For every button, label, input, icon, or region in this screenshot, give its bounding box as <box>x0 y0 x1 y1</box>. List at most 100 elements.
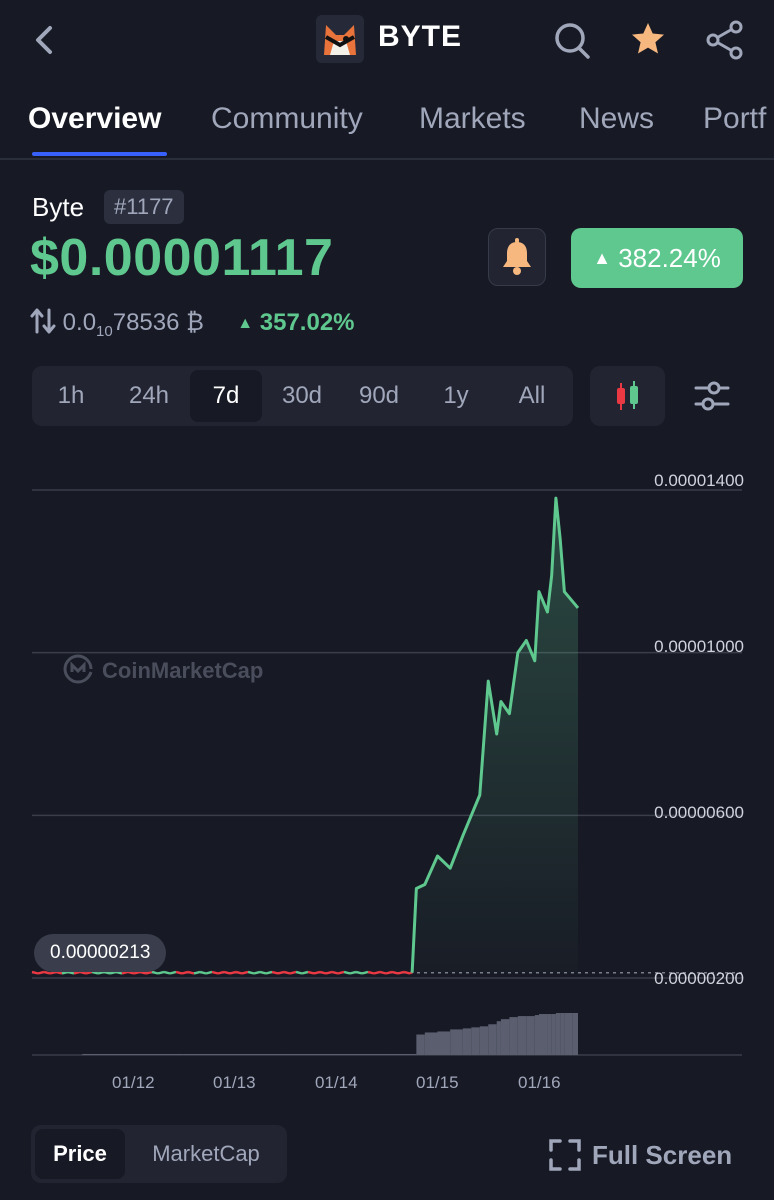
range-90d[interactable]: 90d <box>342 370 416 422</box>
x-tick-label: 01/13 <box>213 1073 256 1092</box>
price-mode-button[interactable]: Price <box>35 1129 125 1179</box>
btc-price-suffix: 78536 ₿ <box>112 309 204 336</box>
share-icon <box>706 20 743 60</box>
price-line-segment <box>211 970 219 975</box>
chart-settings-button[interactable] <box>692 376 732 416</box>
price-line-segment <box>205 970 213 975</box>
price-line-segment <box>361 970 369 975</box>
tab-markets[interactable]: Markets <box>419 102 526 136</box>
price-line-segment <box>289 970 297 975</box>
price-line-segment <box>301 970 309 975</box>
volume-bar <box>412 1053 417 1055</box>
price-line-segment <box>115 970 123 975</box>
volume-bar <box>555 1013 561 1055</box>
price-line-segment <box>121 970 129 975</box>
price-line-segment <box>133 970 141 975</box>
price-line-segment <box>379 970 387 975</box>
price-line-segment <box>181 970 189 975</box>
tab-overview[interactable]: Overview <box>28 102 161 136</box>
volume-bar <box>424 1032 438 1055</box>
price-line-segment <box>313 970 321 975</box>
range-30d[interactable]: 30d <box>266 370 338 422</box>
price-line-segment <box>391 970 399 975</box>
volume-bar <box>82 1053 133 1055</box>
y-tick-label: 0.00000600 <box>654 803 744 822</box>
volume-bar <box>336 1053 387 1055</box>
reference-price-tag: 0.00000213 <box>34 934 167 972</box>
volume-bar <box>547 1014 552 1055</box>
swap-arrows-icon <box>30 308 56 334</box>
price-line-segment <box>247 970 255 975</box>
volume-bar <box>560 1013 565 1055</box>
price-line-segment <box>55 970 63 975</box>
candlestick-icon <box>617 381 638 410</box>
x-tick-label: 01/14 <box>315 1073 358 1092</box>
range-1y[interactable]: 1y <box>420 370 492 422</box>
volume-bar <box>285 1053 336 1055</box>
share-button[interactable] <box>705 18 745 62</box>
tab-community[interactable]: Community <box>211 102 363 136</box>
price-line-segment <box>319 970 327 975</box>
price-line-segment <box>397 970 405 975</box>
range-7d[interactable]: 7d <box>190 370 262 422</box>
price-line-segment <box>151 970 159 975</box>
search-button[interactable] <box>552 18 592 62</box>
coin-logo <box>316 15 364 63</box>
sliders-icon <box>694 381 730 411</box>
app-header: BYTE <box>0 0 774 80</box>
back-button[interactable] <box>30 18 60 62</box>
watchlist-star-button[interactable] <box>628 18 668 62</box>
tab-news[interactable]: News <box>579 102 654 136</box>
search-icon <box>555 23 590 59</box>
price-line-segment <box>103 970 111 975</box>
fullscreen-label: Full Screen <box>592 1140 733 1170</box>
volume-bar <box>437 1031 451 1055</box>
coin-name: Byte <box>32 192 85 222</box>
price-line-segment <box>109 970 117 975</box>
volume-bar <box>471 1027 480 1055</box>
x-tick-label: 01/12 <box>112 1073 155 1092</box>
coinmarketcap-logo-icon <box>63 654 93 684</box>
active-tab-indicator <box>32 152 167 156</box>
price-line-segment <box>277 970 285 975</box>
price-line-segment <box>31 970 39 975</box>
price-line-segment <box>343 970 351 975</box>
price-line-segment <box>163 970 171 975</box>
volume-bar <box>526 1016 535 1055</box>
volume-bar <box>551 1014 556 1055</box>
price-line-segment <box>223 970 231 975</box>
volume-bar <box>572 1013 578 1055</box>
volume-bar <box>564 1013 573 1055</box>
price-line-segment <box>307 970 315 975</box>
price-line-segment <box>337 970 345 975</box>
price-line-segment <box>331 970 339 975</box>
watermark: CoinMarketCap <box>62 652 263 686</box>
volume-bar <box>416 1034 425 1055</box>
price-line-segment <box>295 970 303 975</box>
price-chart[interactable]: CoinMarketCap 0.00001400 0.00001000 0.00… <box>0 460 774 1100</box>
price-line-segment <box>175 970 183 975</box>
price-alert-button[interactable] <box>488 228 546 286</box>
volume-bar <box>509 1017 518 1055</box>
price-line-segment <box>79 970 87 975</box>
price-line-segment <box>229 970 237 975</box>
price-line-segment <box>139 970 147 975</box>
price-line-segment <box>145 970 153 975</box>
price-line-segment <box>271 970 279 975</box>
price-line-segment <box>403 970 411 975</box>
price-line-segment <box>385 970 393 975</box>
volume-bar <box>462 1028 472 1055</box>
range-24h[interactable]: 24h <box>112 370 186 422</box>
price-line-segment <box>235 970 243 975</box>
fullscreen-button[interactable]: Full Screen <box>548 1135 732 1175</box>
candlestick-toggle-button[interactable] <box>590 366 665 426</box>
price-line-segment <box>43 970 51 975</box>
marketcap-mode-button[interactable]: MarketCap <box>131 1129 281 1179</box>
tab-portfolio[interactable]: Portf <box>703 102 766 136</box>
price-line-segment <box>97 970 105 975</box>
range-1h[interactable]: 1h <box>36 370 106 422</box>
range-all[interactable]: All <box>496 370 568 422</box>
expand-icon <box>549 1139 581 1171</box>
volume-bar <box>534 1015 539 1055</box>
time-range-selector: 1h 24h 7d 30d 90d 1y All <box>32 366 573 426</box>
